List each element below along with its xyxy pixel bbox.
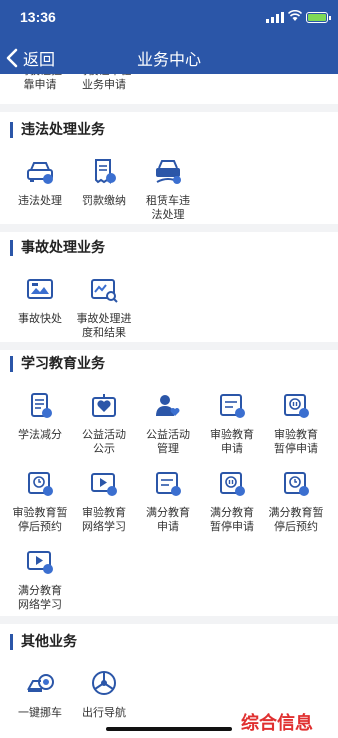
review-online-icon xyxy=(91,473,117,496)
service-item-label: 满分教育 网络学习 xyxy=(18,584,62,611)
watermark: 综合信息 xyxy=(241,713,313,734)
service-item-label: 公益活动 管理 xyxy=(146,428,190,455)
top-bar: 13:36 返回 业务中心 xyxy=(0,0,338,74)
service-item-fine-payment[interactable]: 罚款缴纳 xyxy=(72,158,136,208)
review-appointment-icon xyxy=(28,472,53,496)
section-title-other: 其他业务 xyxy=(10,634,77,650)
service-item-rental-violation[interactable]: 租赁车违 法处理 xyxy=(136,158,200,222)
service-item-move-car[interactable]: 一键挪车 xyxy=(8,670,72,720)
service-item-label: 审验教育 网络学习 xyxy=(82,506,126,533)
service-item-fullscore-pause[interactable]: 满分教育 暂停申请 xyxy=(200,470,264,534)
accident-progress-icon xyxy=(91,279,118,303)
fullscore-apply-icon xyxy=(156,472,181,496)
section-title-violation: 违法处理业务 xyxy=(10,122,105,138)
service-item-study-law[interactable]: 学法减分 xyxy=(8,392,72,442)
section-divider xyxy=(0,224,338,232)
service-item-review-appointment[interactable]: 审验教育暂 停后预约 xyxy=(8,470,72,534)
service-item-label: 审验教育 申请 xyxy=(210,428,254,455)
nav-bar: 返回 业务中心 xyxy=(0,40,338,74)
review-pause-icon xyxy=(284,394,309,418)
service-item-charity-publicity[interactable]: 公益活动 公示 xyxy=(72,392,136,456)
service-item-violation-handling[interactable]: 违法处理 xyxy=(8,158,72,208)
page-title: 业务中心 xyxy=(136,50,201,69)
service-item-label: 事故快处 xyxy=(18,312,62,325)
service-item-label: 租赁车违 法处理 xyxy=(146,194,190,221)
service-item-label: 罚款缴纳 xyxy=(82,194,126,207)
section-title-education: 学习教育业务 xyxy=(10,356,105,372)
charity-manage-icon xyxy=(156,395,180,416)
charity-board-icon xyxy=(92,394,116,417)
service-item-accident-progress[interactable]: 事故处理进 度和结果 xyxy=(72,276,136,340)
section-divider xyxy=(0,104,338,112)
move-car-icon xyxy=(27,674,54,692)
service-item-label: 驾驶证审验 业务申请 xyxy=(77,74,132,91)
service-item-label: 满分教育暂 停后预约 xyxy=(268,506,324,533)
battery-icon xyxy=(306,12,331,23)
section-title-accident: 事故处理业务 xyxy=(10,240,105,256)
section-divider xyxy=(0,616,338,624)
service-item-charity-manage[interactable]: 公益活动 管理 xyxy=(136,392,200,456)
section-divider xyxy=(0,342,338,350)
service-item-navigation[interactable]: 出行导航 xyxy=(72,670,136,720)
service-item-review-pause[interactable]: 审验教育 暂停申请 xyxy=(264,392,328,456)
fullscore-online-icon xyxy=(27,551,53,574)
service-item-license-affiliation[interactable]: 驾驶证挂 靠申请 xyxy=(8,74,72,92)
car-violation-icon xyxy=(27,162,53,184)
service-list[interactable]: 驾驶证挂 靠申请 驾驶证审验 业务申请 违法处理业务 违法处理 罚款缴纳 xyxy=(0,74,338,738)
service-item-label: 事故处理进 度和结果 xyxy=(76,312,132,339)
signal-icon xyxy=(266,12,284,23)
service-item-label: 违法处理 xyxy=(18,194,62,207)
service-item-label: 审验教育暂 停后预约 xyxy=(12,506,68,533)
service-item-fullscore-apply[interactable]: 满分教育 申请 xyxy=(136,470,200,534)
fullscore-pause-icon xyxy=(220,472,245,496)
rental-car-icon xyxy=(156,160,181,184)
fullscore-appointment-icon xyxy=(284,472,309,496)
service-item-label: 学法减分 xyxy=(18,428,62,441)
service-item-label: 审验教育 暂停申请 xyxy=(274,428,318,455)
service-item-fullscore-online[interactable]: 满分教育 网络学习 xyxy=(8,548,72,612)
service-item-label: 驾驶证挂 靠申请 xyxy=(18,74,62,91)
status-bar: 13:36 xyxy=(0,0,338,36)
service-item-review-online[interactable]: 审验教育 网络学习 xyxy=(72,470,136,534)
study-book-icon xyxy=(31,393,52,418)
service-item-label: 一键挪车 xyxy=(18,706,62,719)
accident-photo-icon xyxy=(27,279,53,299)
receipt-icon xyxy=(95,159,116,184)
service-item-accident-quick[interactable]: 事故快处 xyxy=(8,276,72,326)
service-item-label: 满分教育 申请 xyxy=(146,506,190,533)
service-item-fullscore-appointment[interactable]: 满分教育暂 停后预约 xyxy=(264,470,328,534)
service-item-label: 满分教育 暂停申请 xyxy=(210,506,254,533)
wifi-icon xyxy=(288,10,302,21)
navigation-icon xyxy=(92,671,116,695)
review-apply-icon xyxy=(220,394,245,418)
service-item-license-review[interactable]: 驾驶证审验 业务申请 xyxy=(72,74,136,92)
service-item-label: 出行导航 xyxy=(82,706,126,719)
service-item-review-apply[interactable]: 审验教育 申请 xyxy=(200,392,264,456)
service-item-label: 公益活动 公示 xyxy=(82,428,126,455)
status-time: 13:36 xyxy=(20,9,56,25)
home-indicator[interactable] xyxy=(106,727,232,731)
